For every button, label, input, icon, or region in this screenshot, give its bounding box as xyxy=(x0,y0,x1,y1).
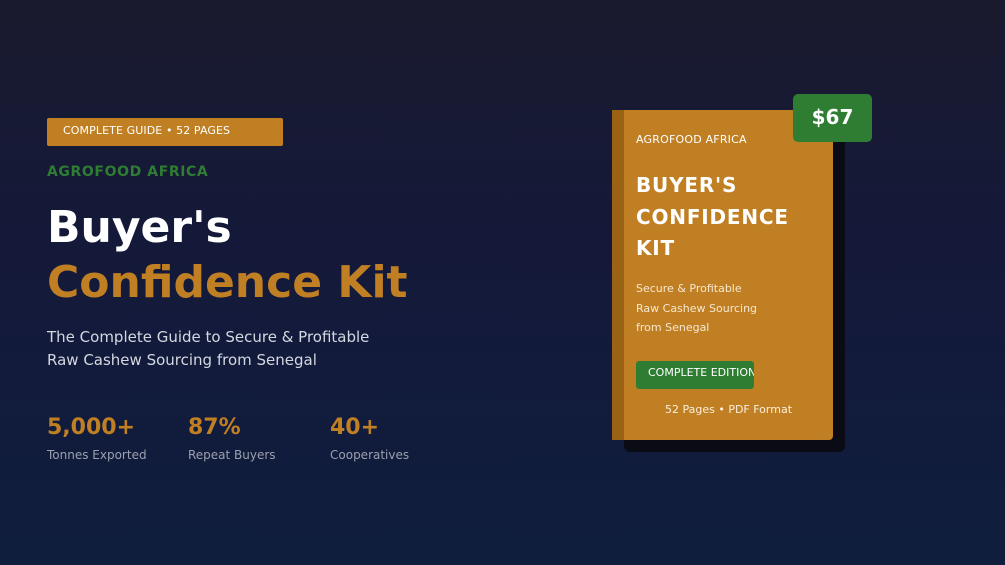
stat-repeat-buyers: 87% Repeat Buyers xyxy=(188,414,276,463)
book-cover: AGROFOOD AFRICA BUYER'S CONFIDENCE KIT S… xyxy=(612,110,833,440)
edition-badge: COMPLETE EDITION xyxy=(636,361,754,389)
stat-label: Repeat Buyers xyxy=(188,448,276,462)
book-subtitle-line: from Senegal xyxy=(636,321,710,334)
book-subtitle-line: Secure & Profitable xyxy=(636,282,742,295)
book-brand: AGROFOOD AFRICA xyxy=(636,133,747,146)
book-meta: 52 Pages • PDF Format xyxy=(664,403,793,416)
subtitle: The Complete Guide to Secure & Profitabl… xyxy=(47,326,369,372)
subtitle-line1: The Complete Guide to Secure & Profitabl… xyxy=(47,328,370,346)
page-title-line2: Confidence Kit xyxy=(47,257,408,308)
book-spine xyxy=(612,110,624,440)
stat-cooperatives: 40+ Cooperatives xyxy=(330,414,409,463)
book-title-line: CONFIDENCE xyxy=(636,204,789,229)
price-badge: $67 xyxy=(793,94,872,142)
book-title-line: KIT xyxy=(636,236,675,260)
book-subtitle: Secure & Profitable Raw Cashew Sourcing … xyxy=(636,279,757,338)
stat-value: 87% xyxy=(188,415,241,440)
subtitle-line2: Raw Cashew Sourcing from Senegal xyxy=(47,351,317,369)
stat-value: 40+ xyxy=(330,415,380,440)
stat-label: Tonnes Exported xyxy=(47,448,147,462)
book-subtitle-line: Raw Cashew Sourcing xyxy=(636,301,758,315)
brand-name: AGROFOOD AFRICA xyxy=(47,164,209,180)
stat-tonnes: 5,000+ Tonnes Exported xyxy=(47,414,147,463)
stat-value: 5,000+ xyxy=(47,415,136,440)
book-title: BUYER'S CONFIDENCE KIT xyxy=(636,170,789,265)
guide-badge: COMPLETE GUIDE • 52 PAGES xyxy=(47,118,283,146)
page-title-line1: Buyer's xyxy=(47,202,232,253)
book-title-line: BUYER'S xyxy=(636,173,738,197)
stat-label: Cooperatives xyxy=(330,448,410,462)
